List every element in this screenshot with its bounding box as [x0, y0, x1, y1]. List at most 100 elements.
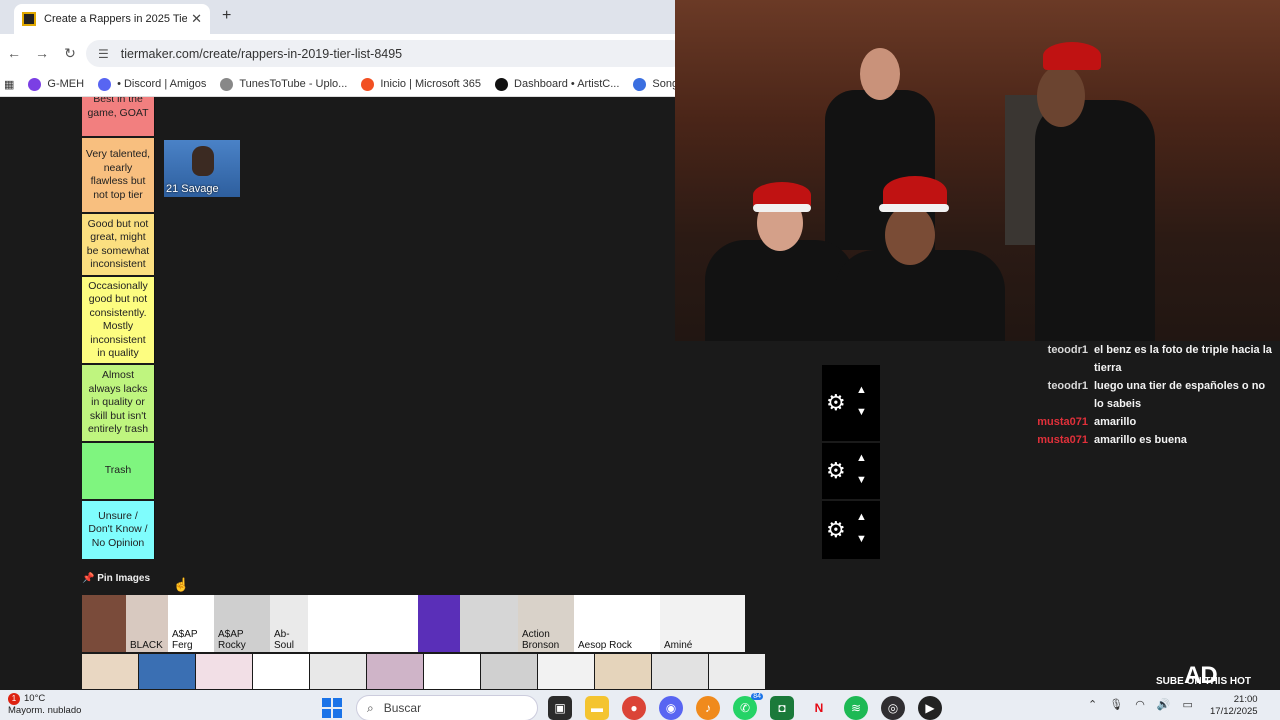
back-arrow-icon[interactable]: ← [0, 45, 28, 61]
unranked-item[interactable] [253, 654, 309, 689]
unranked-item[interactable] [424, 654, 480, 689]
whatsapp-icon[interactable]: ✆ 84 [733, 693, 763, 720]
tier-drop-zone[interactable] [154, 443, 742, 499]
move-tier-down-icon[interactable]: ▼ [856, 406, 867, 418]
microphone-icon[interactable]: 🎙 [1109, 698, 1123, 711]
tier-drop-zone[interactable] [154, 277, 742, 363]
address-bar[interactable]: ☰ tiermaker.com/create/rappers-in-2019-t… [86, 40, 686, 67]
move-tier-up-icon[interactable]: ▲ [856, 511, 867, 523]
bookmark-favicon-icon [633, 77, 647, 91]
chat-text: luego una tier de españoles o no lo sabe… [1094, 380, 1266, 410]
unranked-item-name: Aminé [664, 640, 693, 651]
unranked-item[interactable] [82, 654, 138, 689]
forward-arrow-icon[interactable]: → [28, 45, 56, 61]
spotify-icon[interactable]: ≋ [844, 696, 868, 720]
tier-label[interactable]: Almost always lacks in quality or skill … [82, 365, 154, 441]
webcam-person [835, 250, 1005, 341]
tier-label[interactable]: Best in the game, GOAT [82, 97, 154, 136]
netflix-icon[interactable]: N [807, 696, 831, 720]
move-tier-up-icon[interactable]: ▲ [856, 452, 867, 464]
tier-label[interactable]: Trash [82, 443, 154, 499]
bookmark-item[interactable]: TunesToTube - Uplo... [220, 77, 347, 91]
tier-controls: ⚙ ▲ ▼ [822, 501, 880, 559]
bookmark-item[interactable]: • Discord | Amigos [98, 77, 207, 91]
tier-item[interactable]: 21 Savage [164, 140, 240, 197]
unranked-item[interactable] [418, 595, 460, 652]
unranked-item-name: Action Bronson [522, 629, 560, 651]
bookmark-item[interactable]: Dashboard • ArtistC... [495, 77, 620, 91]
tier-label[interactable]: Occasionally good but not consistently. … [82, 277, 154, 363]
unranked-item[interactable] [139, 654, 195, 689]
new-tab-button[interactable]: + [222, 7, 231, 25]
tier-drop-zone[interactable] [154, 97, 742, 136]
unranked-item[interactable]: A$AP Ferg [168, 595, 214, 652]
tier-drop-zone[interactable] [154, 214, 742, 275]
unranked-item[interactable] [82, 595, 126, 652]
unranked-item[interactable]: Aminé [660, 595, 745, 652]
move-tier-down-icon[interactable]: ▼ [856, 474, 867, 486]
move-tier-up-icon[interactable]: ▲ [856, 384, 867, 396]
bookmark-label: G-MEH [47, 78, 85, 90]
task-view-icon[interactable]: ▣ [548, 696, 572, 720]
show-hidden-icons-icon[interactable]: ⌃ [1088, 698, 1097, 711]
bookmark-item[interactable]: G-MEH [28, 77, 85, 91]
close-tab-icon[interactable]: ✕ [191, 11, 202, 27]
app-icon[interactable]: ◘ [770, 696, 794, 720]
unranked-item[interactable] [196, 654, 252, 689]
unranked-item[interactable] [308, 595, 418, 652]
unranked-item[interactable] [310, 654, 366, 689]
apps-grid-icon[interactable]: ▦ [4, 78, 14, 91]
taskbar-apps: ▣ ▬ ● ◉ ♪ ✆ 84 ◘ N ≋ ◎ ▶ [548, 693, 955, 720]
unranked-item[interactable]: Aesop Rock [574, 595, 660, 652]
bookmark-label: Dashboard • ArtistC... [514, 78, 620, 90]
unranked-item[interactable]: A$AP Rocky [214, 595, 270, 652]
weather-widget[interactable]: 1 10°C Mayorm. nublado [8, 693, 81, 717]
windows-start-icon[interactable] [322, 698, 342, 718]
unranked-item[interactable] [460, 595, 518, 652]
unranked-item-name: A$AP Rocky [218, 629, 246, 651]
windows-taskbar: 1 10°C Mayorm. nublado ⌕ Buscar ▣ ▬ ● ◉ ♪… [0, 690, 1280, 720]
fl-studio-icon[interactable]: ♪ [696, 696, 720, 720]
tier-settings-gear-icon[interactable]: ⚙ [826, 517, 846, 543]
screen: Create a Rappers in 2025 Tier Li ✕ + ← →… [0, 0, 1280, 720]
unranked-item[interactable] [367, 654, 423, 689]
file-explorer-icon[interactable]: ▬ [585, 696, 609, 720]
tier-label[interactable]: Very talented, nearly flawless but not t… [82, 138, 154, 212]
clock-date: 17/12/2025 [1210, 706, 1258, 717]
obs-icon[interactable]: ◎ [881, 696, 905, 720]
unranked-item[interactable] [481, 654, 537, 689]
reload-icon[interactable]: ↻ [56, 45, 84, 62]
tier-drop-zone[interactable] [154, 501, 742, 559]
media-player-icon[interactable]: ▶ [918, 696, 942, 720]
tier-label[interactable]: Unsure / Don't Know / No Opinion [82, 501, 154, 559]
chrome-icon[interactable]: ● [622, 696, 646, 720]
chat-message: teoodr1 el benz es la foto de triple haci… [1036, 341, 1272, 377]
discord-icon[interactable]: ◉ [659, 696, 683, 720]
pin-images-label[interactable]: 📌 Pin Images [82, 573, 150, 584]
unranked-item[interactable] [766, 654, 822, 689]
unranked-item[interactable] [652, 654, 708, 689]
unranked-item[interactable]: Ab-Soul [270, 595, 308, 652]
system-clock[interactable]: 21:00 17/12/2025 [1210, 694, 1258, 718]
unranked-item[interactable] [538, 654, 594, 689]
weather-description: Mayorm. nublado [8, 705, 82, 716]
unranked-item[interactable]: BLACK [126, 595, 168, 652]
unranked-item[interactable] [709, 654, 765, 689]
unranked-item[interactable]: Action Bronson [518, 595, 574, 652]
unranked-item[interactable] [595, 654, 651, 689]
bookmark-label: • Discord | Amigos [117, 78, 207, 90]
tier-settings-gear-icon[interactable]: ⚙ [826, 390, 846, 416]
tier-label[interactable]: Good but not great, might be somewhat in… [82, 214, 154, 275]
battery-icon[interactable]: ▭ [1183, 698, 1193, 711]
site-info-icon[interactable]: ☰ [98, 47, 109, 61]
volume-icon[interactable]: 🔊 [1157, 698, 1171, 711]
browser-tab[interactable]: Create a Rappers in 2025 Tier Li ✕ [14, 4, 210, 34]
tier-settings-gear-icon[interactable]: ⚙ [826, 458, 846, 484]
tier-drop-zone[interactable] [154, 138, 742, 212]
bookmark-item[interactable]: Song Key & B [633, 77, 675, 91]
taskbar-search[interactable]: ⌕ Buscar [356, 695, 538, 720]
move-tier-down-icon[interactable]: ▼ [856, 533, 867, 545]
tier-drop-zone[interactable] [154, 365, 742, 441]
bookmark-item[interactable]: Inicio | Microsoft 365 [361, 77, 481, 91]
wifi-icon[interactable]: ◠ [1135, 698, 1145, 711]
